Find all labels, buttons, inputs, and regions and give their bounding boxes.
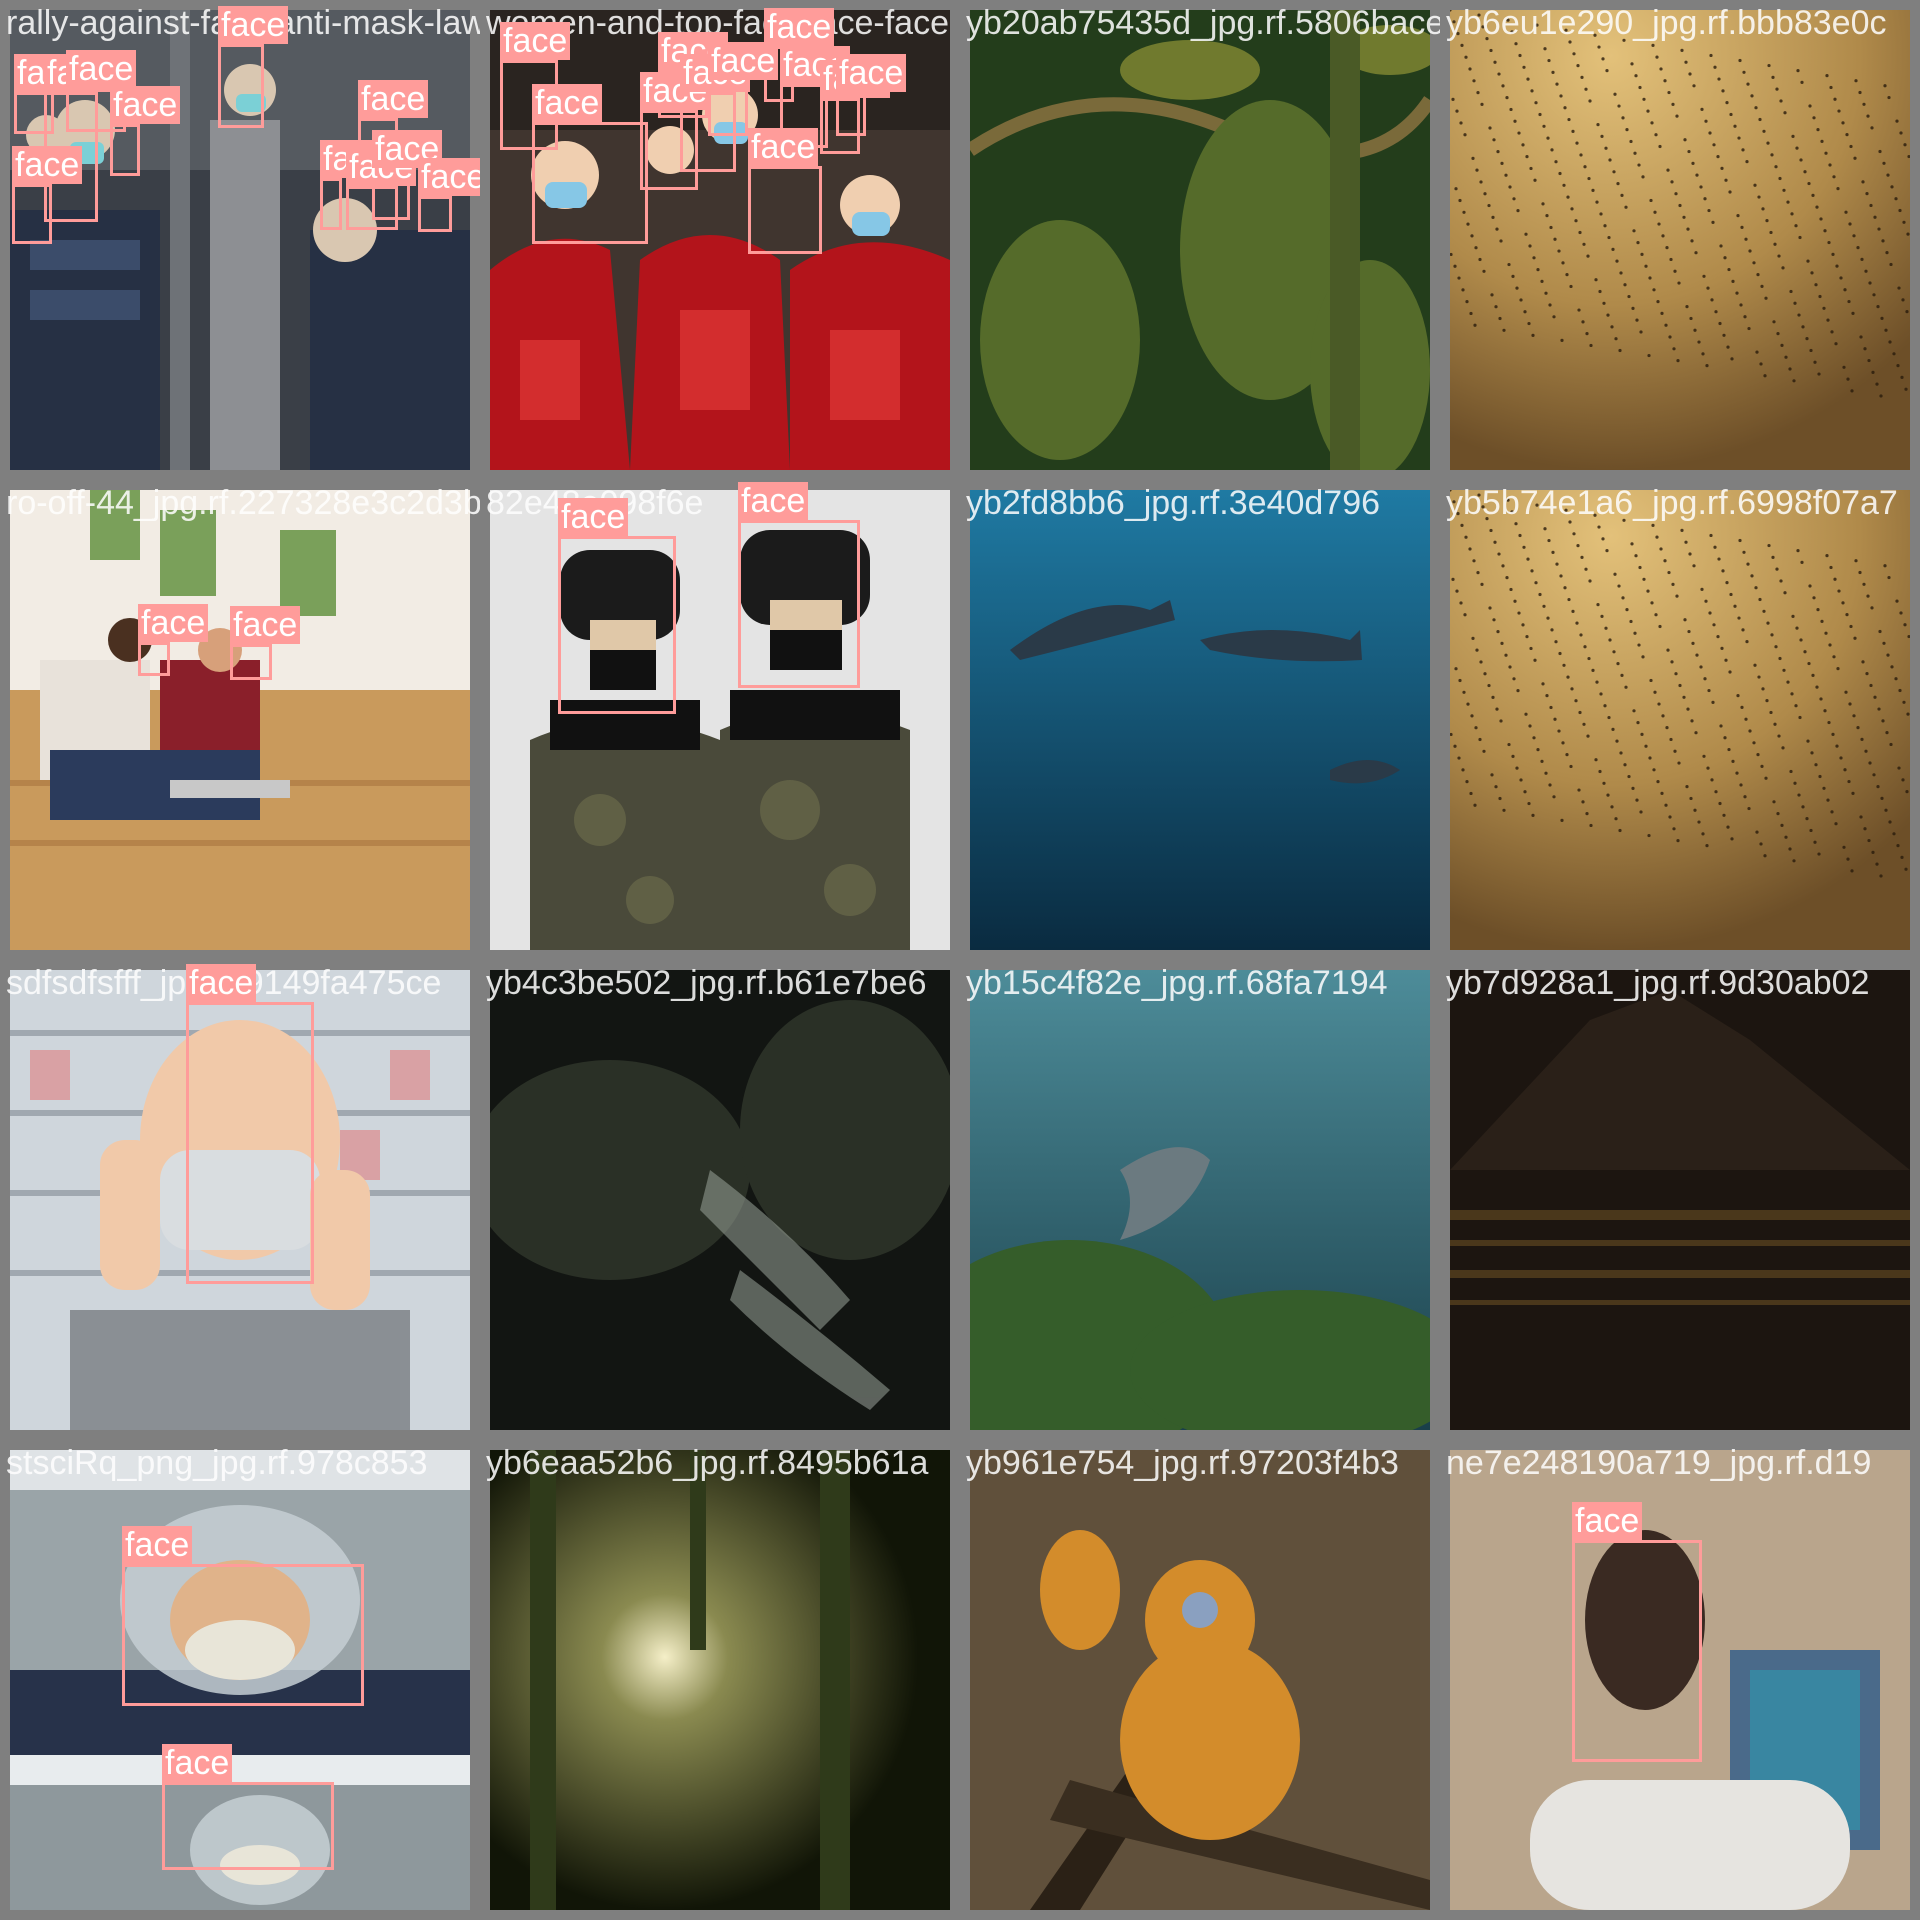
tile-3: yb20ab75435d_jpg.rf.5806bace bbox=[960, 0, 1440, 480]
detection-label: face bbox=[186, 964, 257, 1002]
detection-box bbox=[122, 1564, 364, 1706]
photo bbox=[970, 490, 1430, 950]
photo bbox=[1450, 970, 1910, 1430]
tile-12: yb7d928a1_jpg.rf.9d30ab02 bbox=[1440, 960, 1920, 1440]
photo bbox=[1450, 10, 1910, 470]
tile-10: yb4c3be502_jpg.rf.b61e7be6 bbox=[480, 960, 960, 1440]
detection-box bbox=[320, 178, 342, 230]
detection-label: face bbox=[500, 22, 571, 60]
detection-label: face bbox=[138, 604, 209, 642]
tile-7: yb2fd8bb6_jpg.rf.3e40d796 bbox=[960, 480, 1440, 960]
tile-15: yb961e754_jpg.rf.97203f4b3 bbox=[960, 1440, 1440, 1920]
tile-4: yb6eu1e290_jpg.rf.bbb83e0c bbox=[1440, 0, 1920, 480]
detection-label: face bbox=[12, 146, 83, 184]
filename-label: stsciRq_png_jpg.rf.978c853 bbox=[6, 1444, 428, 1482]
tile-16: ne7e248190a719_jpg.rf.d19 face bbox=[1440, 1440, 1920, 1920]
filename-label: yb20ab75435d_jpg.rf.5806bace bbox=[966, 4, 1440, 42]
detection-label: face bbox=[358, 80, 429, 118]
photo bbox=[1450, 490, 1910, 950]
detection-label: face bbox=[558, 498, 629, 536]
filename-label: yb4c3be502_jpg.rf.b61e7be6 bbox=[486, 964, 927, 1002]
detection-box bbox=[836, 92, 866, 136]
filename-label: yb6eaa52b6_jpg.rf.8495b61a bbox=[486, 1444, 929, 1482]
detection-label: face bbox=[110, 86, 181, 124]
detection-label: face bbox=[66, 50, 137, 88]
detection-label: face bbox=[532, 84, 603, 122]
detection-label: face bbox=[748, 128, 819, 166]
tile-2: women-and-top-face-face-face face face fac… bbox=[480, 0, 960, 480]
tile-8: yb5b74e1a6_jpg.rf.6998f07a7 bbox=[1440, 480, 1920, 960]
detection-label: face bbox=[122, 1526, 193, 1564]
detection-box bbox=[738, 520, 860, 688]
tile-14: yb6eaa52b6_jpg.rf.8495b61a bbox=[480, 1440, 960, 1920]
detection-box bbox=[558, 536, 676, 714]
photo bbox=[970, 10, 1430, 470]
filename-label: ne7e248190a719_jpg.rf.d19 bbox=[1446, 1444, 1872, 1482]
filename-label: yb5b74e1a6_jpg.rf.6998f07a7 bbox=[1446, 484, 1898, 522]
detection-box bbox=[162, 1782, 334, 1870]
photo bbox=[10, 490, 470, 950]
detection-box bbox=[418, 196, 452, 232]
detection-label: face bbox=[162, 1744, 233, 1782]
detection-box bbox=[230, 644, 272, 680]
photo bbox=[490, 1450, 950, 1910]
detection-box bbox=[532, 122, 648, 244]
photo bbox=[970, 970, 1430, 1430]
filename-label: yb2fd8bb6_jpg.rf.3e40d796 bbox=[966, 484, 1381, 522]
detection-label: face bbox=[418, 158, 480, 196]
detection-label: face bbox=[230, 606, 301, 644]
detection-box bbox=[218, 44, 264, 128]
filename-label: yb6eu1e290_jpg.rf.bbb83e0c bbox=[1446, 4, 1887, 42]
tile-11: yb15c4f82e_jpg.rf.68fa7194 bbox=[960, 960, 1440, 1440]
detection-box bbox=[186, 1002, 314, 1284]
photo bbox=[490, 970, 950, 1430]
filename-label: ro-off-44_jpg.rf.227328e3c2d3b5a1 bbox=[6, 484, 480, 522]
detection-box bbox=[138, 642, 170, 676]
detection-label: face bbox=[836, 54, 907, 92]
tile-5: ro-off-44_jpg.rf.227328e3c2d3b5a1 facefa… bbox=[0, 480, 480, 960]
detection-label: face bbox=[218, 6, 289, 44]
detection-box bbox=[748, 166, 822, 254]
detection-label: face bbox=[1572, 1502, 1643, 1540]
tile-6: 82e48e098f6e faceface bbox=[480, 480, 960, 960]
detection-label: face bbox=[738, 482, 809, 520]
detection-box bbox=[12, 184, 52, 244]
detection-label: face bbox=[764, 8, 835, 46]
detection-label: face bbox=[708, 42, 779, 80]
photo bbox=[970, 1450, 1430, 1910]
filename-label: yb7d928a1_jpg.rf.9d30ab02 bbox=[1446, 964, 1870, 1002]
detection-box bbox=[1572, 1540, 1702, 1762]
tile-13: stsciRq_png_jpg.rf.978c853 face face bbox=[0, 1440, 480, 1920]
tile-9: sdfsdfsfff_jpg.rf.9149fa475ce face bbox=[0, 960, 480, 1440]
filename-label: yb961e754_jpg.rf.97203f4b3 bbox=[966, 1444, 1399, 1482]
filename-label: yb15c4f82e_jpg.rf.68fa7194 bbox=[966, 964, 1388, 1002]
detection-mosaic: rally-against-face-anti-mask-law-meant-t… bbox=[0, 0, 1920, 1920]
tile-1: rally-against-face-anti-mask-law-meant-t… bbox=[0, 0, 480, 480]
